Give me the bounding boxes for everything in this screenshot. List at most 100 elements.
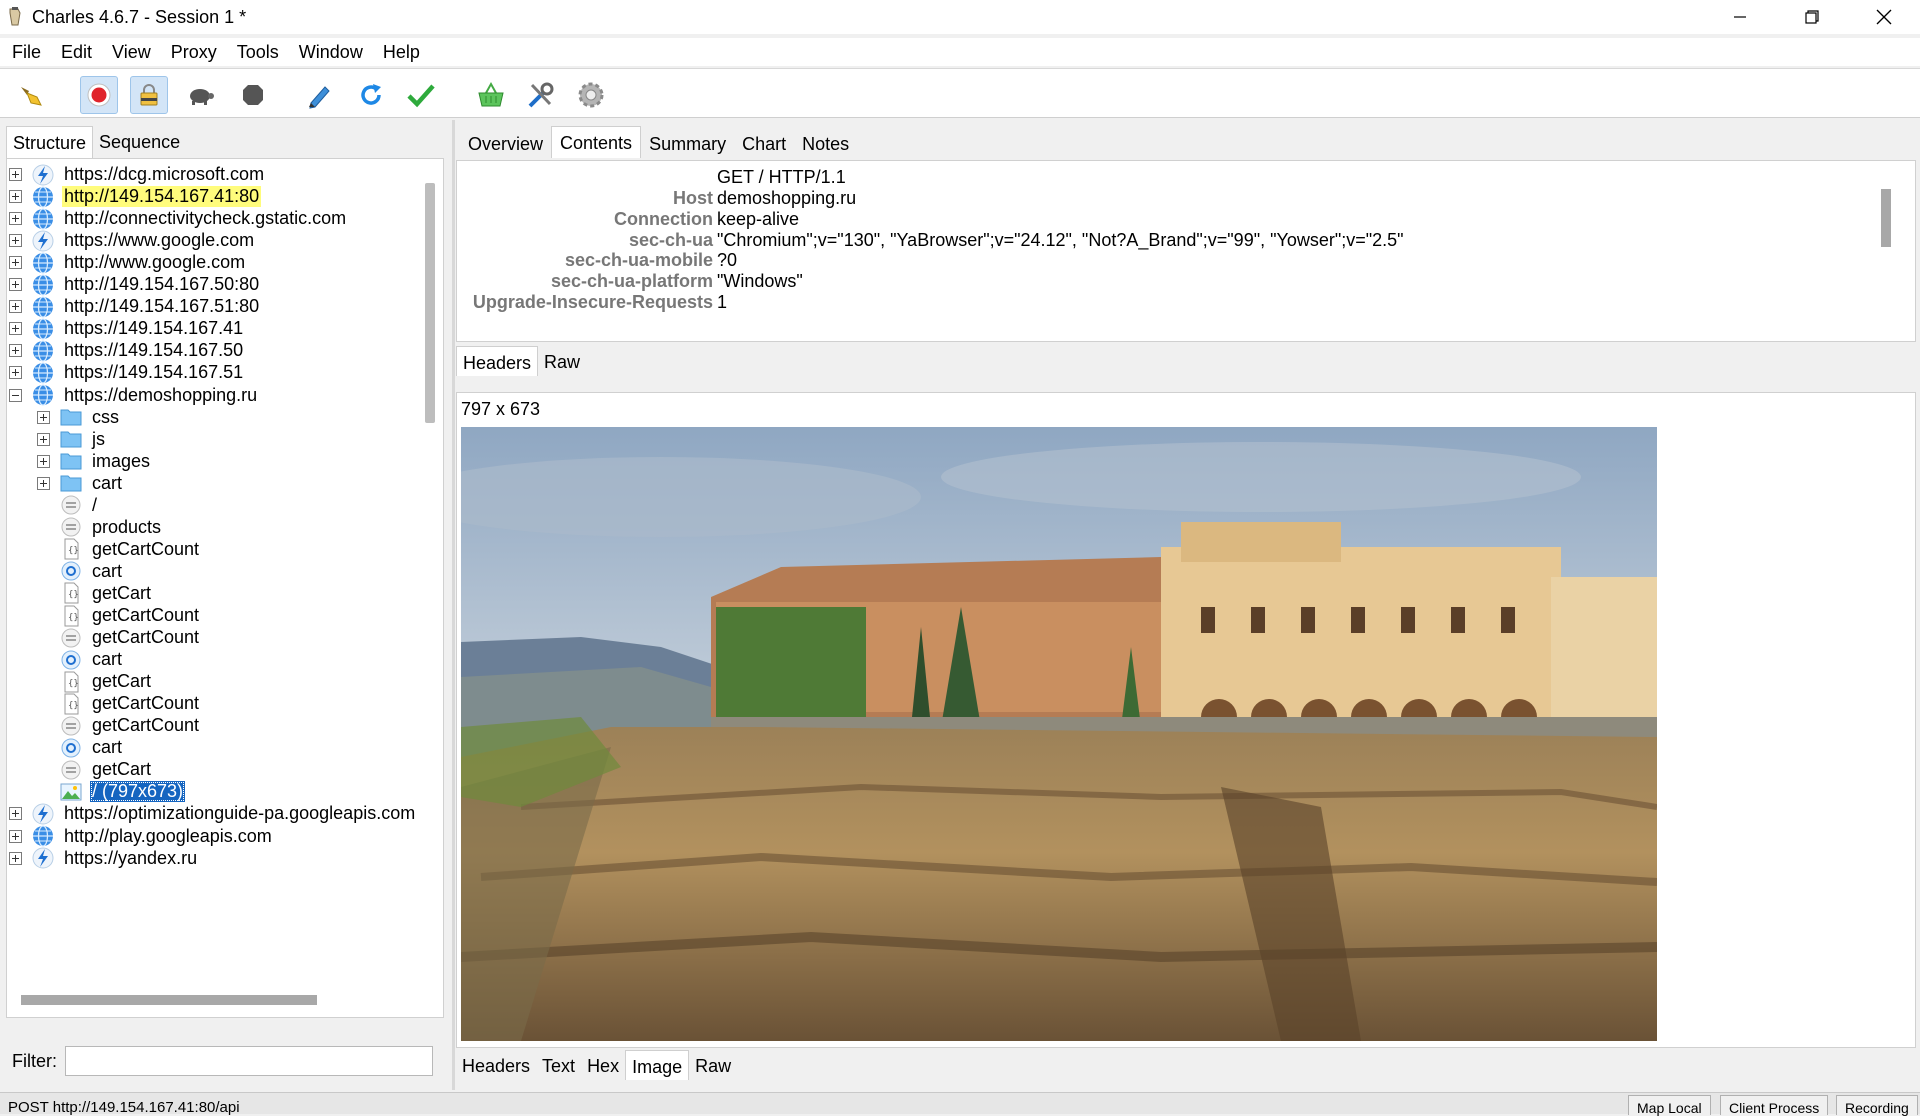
tree-item-label: https://yandex.ru [64, 847, 198, 868]
tab-chart[interactable]: Chart [734, 126, 794, 158]
tree-item-label: cart [92, 737, 123, 758]
ssl-proxying-button[interactable] [130, 76, 168, 114]
lightning-icon [32, 164, 54, 186]
tree-item-label: cart [92, 472, 123, 493]
menu-tools[interactable]: Tools [237, 42, 279, 63]
expand-icon[interactable] [9, 829, 22, 843]
expand-icon[interactable] [9, 300, 22, 314]
menu-proxy[interactable]: Proxy [171, 42, 217, 63]
tree-item-label: https://149.154.167.50 [64, 340, 244, 361]
json-file-icon: {} [60, 671, 82, 693]
tree-item-label: http://play.googleapis.com [64, 825, 272, 846]
blank-file-icon [60, 627, 82, 649]
menu-edit[interactable]: Edit [61, 42, 92, 63]
expand-icon[interactable] [37, 432, 50, 446]
tree-horizontal-scrollbar[interactable] [21, 995, 317, 1005]
response-tab-text[interactable]: Text [536, 1050, 581, 1080]
folder-icon [60, 428, 82, 450]
expand-icon[interactable] [9, 234, 22, 248]
tab-overview[interactable]: Overview [460, 126, 551, 158]
expand-icon[interactable] [9, 344, 22, 358]
blank-file-icon [60, 759, 82, 781]
expand-icon[interactable] [9, 190, 22, 204]
response-image-view: 797 x 673 [456, 392, 1916, 1048]
script-file-icon [60, 560, 82, 582]
svg-text:{}: {} [68, 613, 79, 623]
blank-file-icon [60, 494, 82, 516]
tree-item-label: https://149.154.167.51 [64, 362, 244, 383]
client-process-button[interactable]: Client Process [1720, 1095, 1829, 1116]
tree-item-label: https://www.google.com [64, 230, 255, 251]
tree-vertical-scrollbar[interactable] [425, 183, 435, 423]
basket-button[interactable] [472, 76, 510, 114]
menu-help[interactable]: Help [383, 42, 420, 63]
expand-icon[interactable] [37, 476, 50, 490]
panel-splitter[interactable] [452, 120, 455, 1090]
validate-button[interactable] [402, 76, 440, 114]
response-tab-headers[interactable]: Headers [456, 1050, 536, 1080]
menu-bar: File Edit View Proxy Tools Window Help [0, 38, 1920, 66]
clear-session-button[interactable] [12, 76, 50, 114]
expand-icon[interactable] [37, 410, 50, 424]
recording-status-button[interactable]: Recording [1836, 1095, 1918, 1116]
minimize-button[interactable] [1704, 0, 1776, 34]
globe-icon [32, 274, 54, 296]
ssl-proxy-icon [140, 84, 158, 106]
tab-sequence[interactable]: Sequence [93, 126, 186, 158]
tree-row[interactable]: https://dcg.microsoft.com [9, 161, 266, 188]
header-row: Upgrade-Insecure-Requests 1 [457, 290, 1857, 315]
response-tab-hex[interactable]: Hex [581, 1050, 625, 1080]
expand-icon[interactable] [9, 366, 22, 380]
record-button[interactable] [80, 76, 118, 114]
tree-item-label: getCartCount [92, 538, 200, 559]
filter-input[interactable] [65, 1046, 433, 1076]
expand-icon[interactable] [9, 212, 22, 226]
expand-icon[interactable] [9, 807, 22, 821]
tree-item-label: https://optimizationguide-pa.googleapis.… [64, 803, 416, 824]
expand-icon[interactable] [9, 278, 22, 292]
repeat-icon [361, 84, 381, 105]
close-button[interactable] [1848, 0, 1920, 34]
expand-icon[interactable] [9, 256, 22, 270]
expand-icon[interactable] [9, 322, 22, 336]
request-line: GET / HTTP/1.1 [717, 167, 846, 187]
settings-button[interactable] [572, 76, 610, 114]
tab-contents[interactable]: Contents [551, 126, 642, 158]
tree-item-label: getCart [92, 671, 152, 692]
title-bar: Charles 4.6.7 - Session 1 * [0, 0, 1920, 34]
request-headers-view: GET / HTTP/1.1 Host demoshopping.ru Connec… [456, 160, 1916, 342]
expand-icon[interactable] [9, 168, 22, 181]
menu-window[interactable]: Window [299, 42, 363, 63]
lightning-icon [32, 847, 54, 869]
request-tab-raw[interactable]: Raw [538, 346, 586, 376]
tab-summary[interactable]: Summary [641, 126, 734, 158]
menu-view[interactable]: View [112, 42, 151, 63]
response-tab-raw[interactable]: Raw [689, 1050, 737, 1080]
request-tab-headers[interactable]: Headers [456, 346, 539, 376]
repeat-button[interactable] [352, 76, 390, 114]
minimize-icon [1734, 16, 1746, 18]
tools-button[interactable] [522, 76, 560, 114]
compose-button[interactable] [300, 76, 338, 114]
json-file-icon: {} [60, 582, 82, 604]
window-title: Charles 4.6.7 - Session 1 * [32, 6, 247, 27]
headers-scrollbar[interactable] [1881, 189, 1891, 247]
expand-icon[interactable] [9, 851, 22, 865]
map-local-button[interactable]: Map Local [1628, 1095, 1711, 1116]
lightning-icon [32, 230, 54, 252]
details-panel: Overview Contents Summary Chart Notes GE… [456, 120, 1920, 1090]
breakpoint-stop-icon [243, 85, 263, 105]
menu-file[interactable]: File [12, 42, 41, 63]
collapse-icon[interactable] [9, 388, 22, 402]
breakpoints-button[interactable] [234, 76, 272, 114]
response-tab-image[interactable]: Image [625, 1050, 690, 1080]
throttle-button[interactable] [182, 76, 220, 114]
tab-structure[interactable]: Structure [6, 126, 94, 158]
tree-item-label: getCartCount [92, 715, 200, 736]
tree-item-label: getCartCount [92, 693, 200, 714]
close-icon [1876, 9, 1892, 25]
restore-button[interactable] [1776, 0, 1848, 34]
tab-notes[interactable]: Notes [794, 126, 857, 158]
svg-text:{}: {} [68, 679, 79, 689]
expand-icon[interactable] [37, 454, 50, 468]
